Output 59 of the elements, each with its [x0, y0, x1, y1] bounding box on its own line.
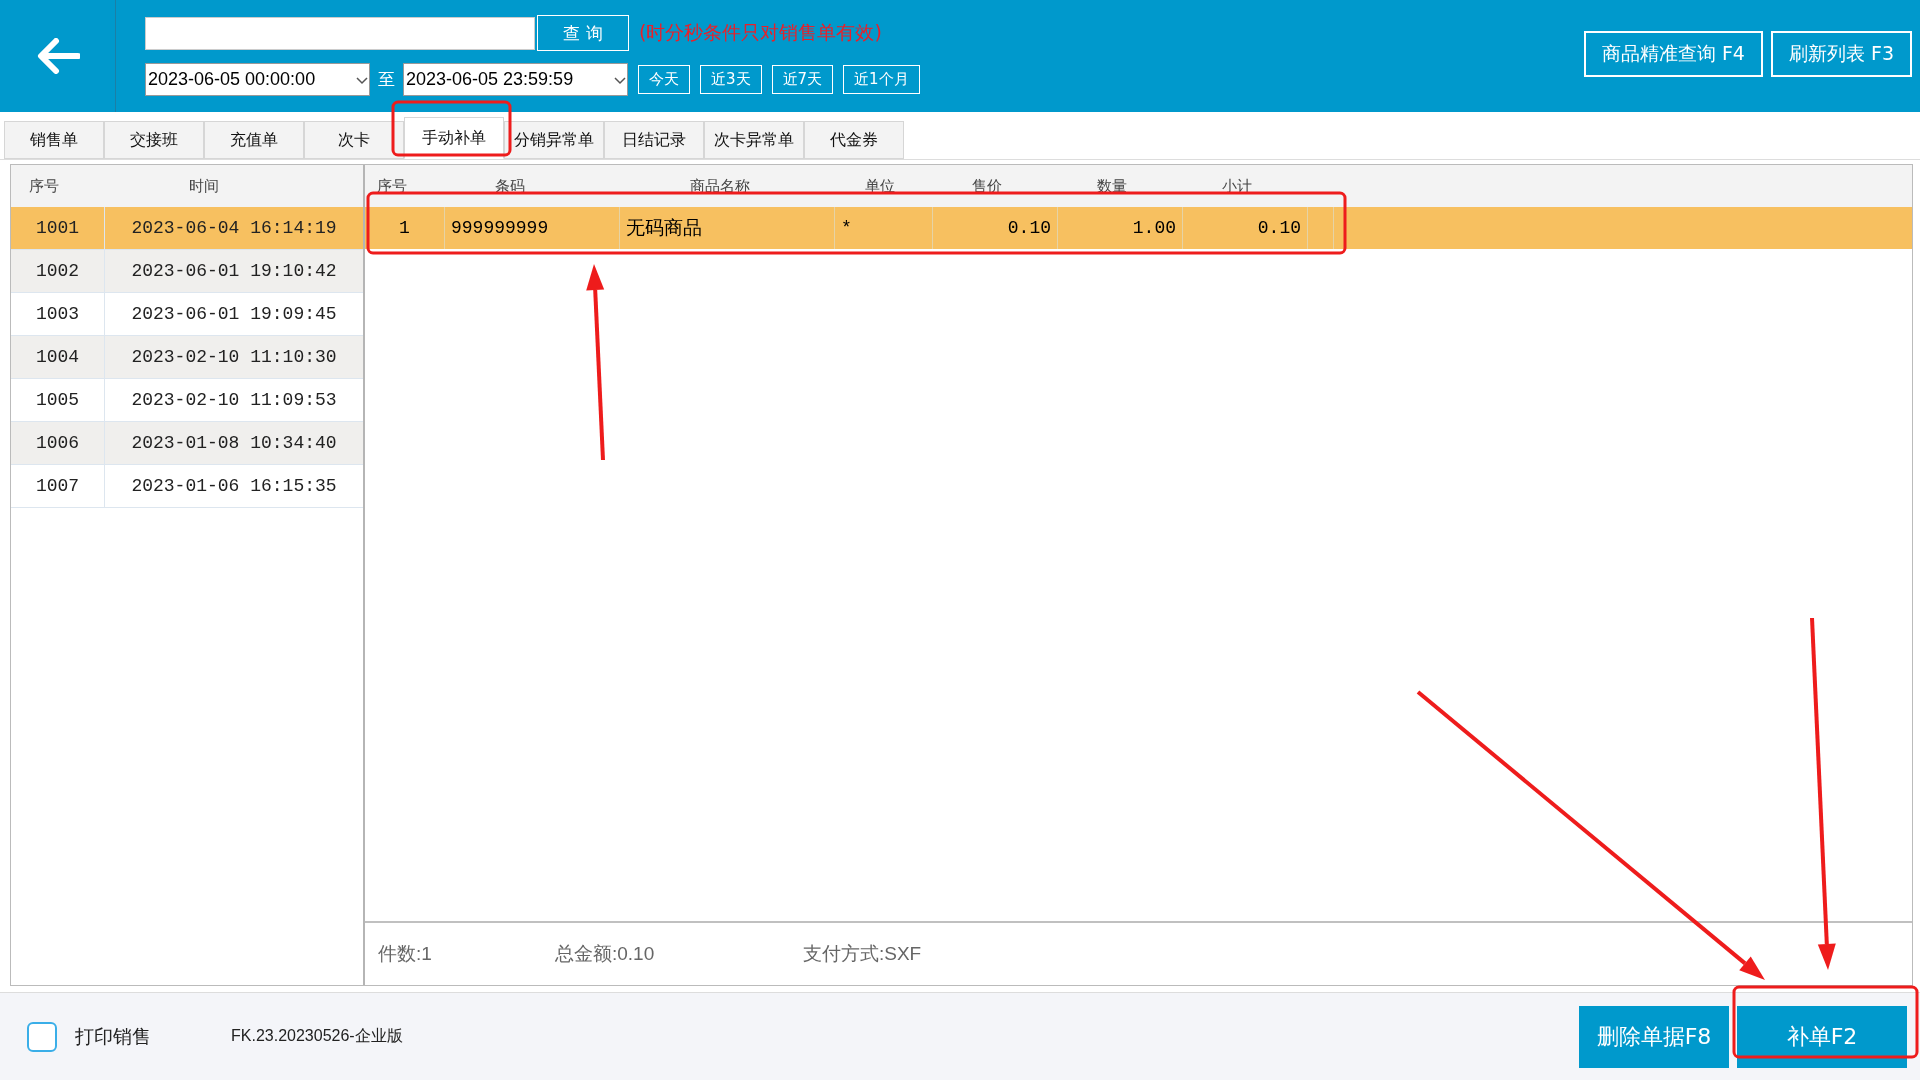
summary-text: 支付方式:SXF — [803, 942, 923, 966]
print-checkbox[interactable] — [27, 1021, 57, 1052]
tab[interactable]: 日结记录 — [604, 121, 704, 159]
table-cell: 0.10 — [1183, 207, 1308, 249]
table-cell: 1 — [365, 207, 445, 249]
tab[interactable]: 代金券 — [804, 121, 904, 159]
column-header: 时间 — [189, 176, 219, 196]
table-cell: * — [835, 207, 933, 249]
table-cell-text: 2023-01-06 16:15:35 — [130, 476, 338, 496]
order-row[interactable]: 1005 2023-02-10 11:09:53 — [11, 379, 363, 422]
date-picker[interactable]: 2023-06-05 23:59:59 — [403, 63, 628, 96]
table-cell: 1007 — [11, 465, 105, 507]
table-cell-text: 2023-01-08 10:34:40 — [130, 433, 338, 453]
item-row[interactable]: 1 999999999 无码商品 * 0.10 1.00 0.10 — [365, 207, 1912, 249]
date-picker[interactable]: 2023-06-05 00:00:00 — [145, 63, 370, 96]
table-cell: 1005 — [11, 379, 105, 421]
summary-text: 件数:1 — [378, 942, 433, 966]
tab[interactable]: 充值单 — [204, 121, 304, 159]
hint-text: (时分秒条件只对销售单有效) — [639, 20, 882, 45]
table-cell-text: 2023-06-01 19:09:45 — [130, 304, 338, 324]
order-row[interactable]: 1006 2023-01-08 10:34:40 — [11, 422, 363, 465]
column-header: 数量 — [1097, 176, 1127, 196]
column-header: 商品名称 — [690, 176, 751, 196]
column-header: 条码 — [495, 176, 525, 196]
dropdown-caret-icon[interactable] — [613, 74, 627, 85]
table-cell: 0.10 — [933, 207, 1058, 249]
tab[interactable]: 交接班 — [104, 121, 204, 159]
date-separator: 至 — [378, 68, 395, 91]
table-cell-text: 2023-02-10 11:10:30 — [130, 347, 338, 367]
order-row[interactable]: 1007 2023-01-06 16:15:35 — [11, 465, 363, 508]
column-header: 售价 — [972, 176, 1002, 196]
table-cell: 1001 — [11, 207, 105, 249]
tab[interactable]: 次卡异常单 — [704, 121, 804, 159]
table-cell-text: 2023-06-04 16:14:19 — [130, 218, 338, 238]
column-header: 单位 — [865, 176, 895, 196]
column-header: 序号 — [29, 176, 60, 196]
table-cell: 999999999 — [445, 207, 620, 249]
tab[interactable]: 分销异常单 — [504, 121, 604, 159]
table-cell: 无码商品 — [620, 207, 835, 249]
version-text: FK.23.20230526-企业版 — [231, 1026, 403, 1046]
table-cell: 1003 — [11, 293, 105, 335]
order-row[interactable]: 1001 2023-06-04 16:14:19 — [11, 207, 363, 250]
back-arrow-icon[interactable] — [35, 38, 80, 74]
table-cell: 1002 — [11, 250, 105, 292]
search-field[interactable] — [145, 16, 535, 50]
order-row[interactable]: 1004 2023-02-10 11:10:30 — [11, 336, 363, 379]
dropdown-caret-icon[interactable] — [355, 74, 369, 85]
order-row[interactable]: 1002 2023-06-01 19:10:42 — [11, 250, 363, 293]
tab[interactable]: 销售单 — [4, 121, 104, 159]
tab[interactable]: 次卡 — [304, 121, 404, 159]
checkbox-label: 打印销售 — [75, 1023, 151, 1049]
table-cell-text: 2023-02-10 11:09:53 — [130, 390, 338, 410]
table-cell: 1006 — [11, 422, 105, 464]
summary-text: 总金额:0.10 — [555, 942, 656, 966]
tab[interactable]: 手动补单 — [404, 117, 504, 159]
table-cell: 1.00 — [1058, 207, 1183, 249]
table-cell-text: 2023-06-01 19:10:42 — [130, 261, 338, 281]
table-cell: 1004 — [11, 336, 105, 378]
order-row[interactable]: 1003 2023-06-01 19:09:45 — [11, 293, 363, 336]
